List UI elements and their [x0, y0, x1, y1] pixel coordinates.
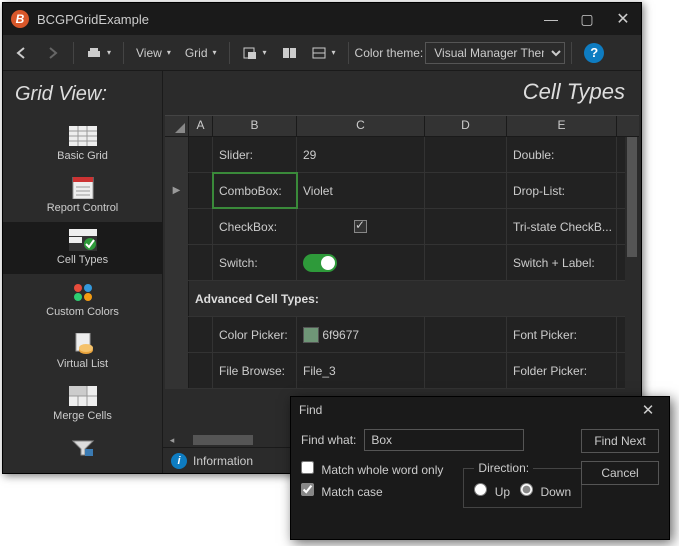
theme-label: Color theme: [355, 46, 424, 60]
close-button[interactable]: ✕ [605, 3, 641, 35]
cell-label[interactable]: ComboBox: [213, 173, 297, 208]
grid-menu[interactable]: Grid [179, 42, 223, 64]
tool-button-3[interactable] [305, 42, 342, 64]
tool-button-2[interactable] [275, 42, 303, 64]
grid-row: ▶ ComboBox: Violet Drop-List: [165, 173, 639, 209]
row-header[interactable] [165, 137, 189, 172]
match-case-checkbox[interactable]: Match case [301, 483, 443, 499]
grid-row: Slider: 29 Double: [165, 137, 639, 173]
dialog-titlebar: Find ✕ [291, 397, 669, 423]
titlebar: B BCGPGridExample — ▢ ✕ [3, 3, 641, 35]
minimize-button[interactable]: — [533, 3, 569, 35]
tool-button-1[interactable] [236, 42, 273, 64]
select-all-corner[interactable] [165, 116, 189, 136]
sidebar-item-custom-colors[interactable]: Custom Colors [3, 274, 162, 326]
direction-up-radio[interactable]: Up [474, 483, 510, 499]
theme-select[interactable]: Visual Manager Theme [425, 42, 565, 64]
grid-icon [67, 124, 99, 148]
colors-icon [67, 280, 99, 304]
direction-down-radio[interactable]: Down [520, 483, 571, 499]
grid-row: Switch: Switch + Label: [165, 245, 639, 281]
checkbox-cell[interactable] [297, 209, 425, 244]
sidebar-item-merge-cells[interactable]: Merge Cells [3, 378, 162, 430]
col-header-e[interactable]: E [507, 116, 617, 136]
col-header-b[interactable]: B [213, 116, 297, 136]
sidebar-title: Grid View: [3, 79, 162, 118]
direction-group: Direction: Up Down [463, 461, 582, 508]
grid-row: Color Picker: 6f9677 Font Picker: [165, 317, 639, 353]
cancel-button[interactable]: Cancel [581, 461, 659, 485]
sidebar-item-cell-types[interactable]: Cell Types [3, 222, 162, 274]
merge-icon [67, 384, 99, 408]
virtual-list-icon [67, 332, 99, 356]
vertical-scrollbar[interactable]: ▾ [625, 137, 639, 433]
page-title: Cell Types [163, 71, 641, 115]
scroll-left-icon[interactable]: ◂ [165, 435, 179, 446]
cell-label[interactable]: File Browse: [213, 353, 297, 388]
toolbar: View Grid Color theme: Visual Manager Th… [3, 35, 641, 71]
status-text: Information [193, 454, 253, 468]
dialog-close-button[interactable]: ✕ [635, 401, 661, 419]
window-title: BCGPGridExample [37, 12, 533, 27]
col-header-a[interactable]: A [189, 116, 213, 136]
cell-label[interactable]: Slider: [213, 137, 297, 172]
col-header-c[interactable]: C [297, 116, 425, 136]
grid-header: A B C D E [165, 115, 639, 137]
grid: A B C D E Slider: 29 Double: [165, 115, 639, 433]
print-button[interactable] [80, 42, 117, 64]
find-what-input[interactable] [364, 429, 524, 451]
find-next-button[interactable]: Find Next [581, 429, 659, 453]
cell-label[interactable]: Folder Picker: [507, 353, 617, 388]
sidebar-item-basic-grid[interactable]: Basic Grid [3, 118, 162, 170]
switch-icon [303, 254, 337, 272]
match-word-checkbox[interactable]: Match whole word only [301, 461, 443, 477]
sidebar-item-virtual-list[interactable]: Virtual List [3, 326, 162, 378]
cell-types-icon [67, 228, 99, 252]
cell-label[interactable]: Switch + Label: [507, 245, 617, 280]
grid-section-row: Advanced Cell Types: [165, 281, 639, 317]
cell-value[interactable]: Violet [297, 173, 425, 208]
cell-label[interactable]: Double: [507, 137, 617, 172]
app-logo-icon: B [11, 10, 29, 28]
cell-label[interactable]: Switch: [213, 245, 297, 280]
scrollbar-thumb[interactable] [627, 137, 637, 257]
cell-label[interactable]: CheckBox: [213, 209, 297, 244]
nav-back-button[interactable] [9, 42, 37, 64]
grid-row: CheckBox: Tri-state CheckB... [165, 209, 639, 245]
view-menu[interactable]: View [130, 42, 177, 64]
sidebar-item-report-control[interactable]: Report Control [3, 170, 162, 222]
sidebar: Grid View: Basic Grid Report Control Cel… [3, 71, 163, 473]
dialog-title: Find [299, 403, 635, 417]
grid-row: File Browse: File_3 Folder Picker: [165, 353, 639, 389]
section-heading: Advanced Cell Types: [189, 281, 639, 316]
filter-icon [67, 436, 99, 460]
cell-label[interactable]: Drop-List: [507, 173, 617, 208]
help-button[interactable]: ? [584, 43, 604, 63]
checkbox-icon [354, 220, 367, 233]
col-header-d[interactable]: D [425, 116, 507, 136]
color-swatch-icon [303, 327, 319, 343]
cell-value[interactable]: File_3 [297, 353, 425, 388]
cell-label[interactable]: Tri-state CheckB... [507, 209, 617, 244]
maximize-button[interactable]: ▢ [569, 3, 605, 35]
report-icon [67, 176, 99, 200]
sidebar-item-more[interactable] [3, 430, 162, 468]
scrollbar-thumb[interactable] [193, 435, 253, 445]
cell-value[interactable]: 29 [297, 137, 425, 172]
nav-forward-button[interactable] [39, 42, 67, 64]
find-what-label: Find what: [301, 433, 356, 447]
direction-label: Direction: [474, 461, 533, 475]
cell-label[interactable]: Font Picker: [507, 317, 617, 352]
info-icon: i [171, 453, 187, 469]
switch-cell[interactable] [297, 245, 425, 280]
find-dialog: Find ✕ Find what: Match whole word only … [290, 396, 670, 540]
row-header-current[interactable]: ▶ [165, 173, 189, 208]
cell-label[interactable]: Color Picker: [213, 317, 297, 352]
color-picker-cell[interactable]: 6f9677 [297, 317, 425, 352]
